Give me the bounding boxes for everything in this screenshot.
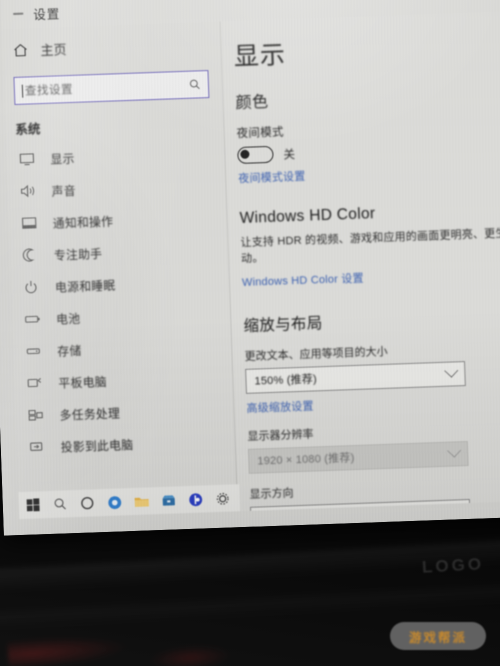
search-button[interactable] — [47, 491, 73, 517]
orientation-label: 显示方向 — [249, 487, 294, 501]
chevron-down-icon — [449, 501, 464, 512]
home-icon — [14, 43, 27, 56]
notification-icon — [20, 215, 39, 232]
orientation-value: 横向 — [259, 504, 451, 511]
laptop-screen: 设置 主页 查找设置 系统 显示 声音 通知和操作 专注助手 电源和睡眠 电池 … — [0, 0, 500, 536]
scale-layout-heading: 缩放与布局 — [243, 314, 323, 335]
toggle-knob — [240, 149, 250, 159]
keyboard-backlight-glow-2 — [149, 643, 231, 666]
settings-window: 设置 主页 查找设置 系统 显示 声音 通知和操作 专注助手 电源和睡眠 电池 … — [0, 0, 500, 520]
sidebar-item-label: 多任务处理 — [59, 405, 121, 423]
store-button[interactable] — [155, 487, 181, 513]
sidebar-item-label: 显示 — [50, 151, 75, 167]
sidebar-item-label: 电池 — [55, 311, 81, 327]
text-caret — [21, 84, 24, 98]
hd-color-description: 让支持 HDR 的视频、游戏和应用的画面更明亮、更生动。 — [240, 227, 500, 265]
orientation-dropdown[interactable]: 横向 — [250, 498, 471, 512]
search-icon[interactable] — [189, 78, 201, 90]
color-section-heading: 颜色 — [235, 93, 269, 113]
search-placeholder: 查找设置 — [24, 83, 74, 98]
storage-icon — [25, 343, 44, 360]
battery-icon — [24, 311, 43, 328]
resolution-value: 1920 × 1080 (推荐) — [257, 452, 355, 468]
project-icon — [28, 439, 47, 456]
hd-color-heading: Windows HD Color — [239, 205, 376, 228]
laptop-brand-logo: LOGO — [421, 554, 485, 577]
sidebar-item-label: 电源和睡眠 — [54, 277, 116, 295]
power-icon — [23, 279, 42, 296]
page-title: 显示 — [233, 41, 287, 72]
laptop-photo-background: LOGO 设置 主页 查找设置 系统 显示 声音 通知和操作 专注助手 电源和睡… — [0, 0, 500, 666]
night-light-state: 关 — [283, 148, 296, 161]
back-arrow-icon[interactable] — [11, 7, 25, 21]
sidebar-home-label: 主页 — [40, 41, 67, 58]
file-explorer-button[interactable] — [128, 488, 154, 514]
night-light-settings-link[interactable]: 夜间模式设置 — [238, 160, 500, 186]
tablet-icon — [26, 375, 45, 392]
sidebar-item-label: 声音 — [51, 183, 77, 199]
night-light-toggle[interactable] — [237, 145, 274, 165]
mail-button[interactable] — [182, 486, 208, 512]
multitask-icon — [27, 407, 46, 424]
advanced-scaling-link[interactable]: 高级缩放设置 — [246, 390, 500, 416]
night-light-toggle-row: 关 — [237, 137, 500, 165]
text-size-value: 150% (推荐) — [254, 373, 318, 388]
watermark-text: 游戏帮派 — [408, 630, 467, 645]
start-button[interactable] — [20, 492, 46, 518]
night-light-label: 夜间模式 — [236, 126, 285, 141]
sidebar-item-label: 存储 — [57, 343, 82, 359]
resolution-label: 显示器分辨率 — [247, 428, 314, 443]
sidebar-nav-list: 显示 声音 通知和操作 专注助手 电源和睡眠 电池 存储 平板电脑 多任务处理 … — [6, 136, 236, 464]
sidebar-item-project-to-pc[interactable]: 投影到此电脑 — [16, 424, 236, 464]
keyboard-backlight-glow — [7, 631, 129, 666]
settings-button[interactable] — [209, 485, 235, 511]
window-title: 设置 — [33, 6, 61, 22]
monitor-icon — [18, 151, 37, 168]
resolution-dropdown[interactable]: 1920 × 1080 (推荐) — [247, 440, 469, 474]
sidebar-item-label: 平板电脑 — [58, 374, 108, 391]
sidebar: 主页 查找设置 系统 显示 声音 通知和操作 专注助手 电源和睡眠 电池 存储 … — [1, 21, 241, 520]
speaker-icon — [19, 183, 38, 200]
sidebar-item-label: 专注助手 — [53, 246, 103, 263]
taskbar — [18, 484, 241, 520]
sidebar-item-label: 投影到此电脑 — [60, 437, 134, 455]
main-content: 显示 颜色 夜间模式 关 夜间模式设置 Windows HD Color 让支持… — [220, 11, 500, 512]
moon-icon — [22, 247, 41, 264]
sidebar-item-label: 通知和操作 — [52, 214, 114, 231]
sidebar-section-title: 系统 — [15, 122, 41, 137]
browser-button[interactable] — [101, 489, 127, 515]
cortana-button[interactable] — [74, 490, 100, 516]
text-size-dropdown[interactable]: 150% (推荐) — [245, 360, 466, 394]
text-size-label: 更改文本、应用等项目的大小 — [244, 345, 388, 363]
hd-color-settings-link[interactable]: Windows HD Color 设置 — [242, 264, 500, 290]
watermark-badge: 游戏帮派 — [390, 622, 486, 650]
